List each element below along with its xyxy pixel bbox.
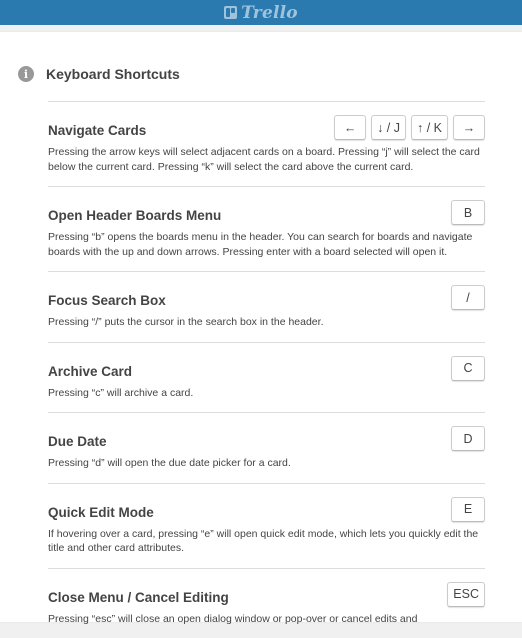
shortcut-header: Focus Search Box/ bbox=[48, 289, 485, 311]
shortcut-item: Quick Edit ModeEIf hovering over a card,… bbox=[48, 483, 485, 568]
shortcut-header: Archive CardC bbox=[48, 360, 485, 382]
key-cap: ← bbox=[334, 115, 366, 140]
key-cap: ↓ / J bbox=[371, 115, 406, 140]
key-cap: E bbox=[451, 497, 485, 522]
shortcut-title: Quick Edit Mode bbox=[48, 505, 154, 520]
shortcuts-panel: i Keyboard Shortcuts Navigate Cards←↓ / … bbox=[0, 32, 522, 622]
key-cap: / bbox=[451, 285, 485, 310]
shortcut-title: Focus Search Box bbox=[48, 293, 166, 308]
shortcut-description: Pressing “/” puts the cursor in the sear… bbox=[48, 315, 485, 330]
key-cap: C bbox=[451, 356, 485, 381]
key-cap: ESC bbox=[447, 582, 485, 607]
shortcut-description: Pressing “esc” will close an open dialog… bbox=[48, 612, 485, 627]
shortcut-item: Open Header Boards MenuBPressing “b” ope… bbox=[48, 186, 485, 271]
shortcut-header: Open Header Boards MenuB bbox=[48, 204, 485, 226]
shortcut-description: Pressing “d” will open the due date pick… bbox=[48, 456, 485, 471]
shortcut-title: Navigate Cards bbox=[48, 123, 146, 138]
shortcut-header: Navigate Cards←↓ / J↑ / K→ bbox=[48, 119, 485, 141]
shortcut-keys: B bbox=[451, 200, 485, 225]
shortcut-title: Due Date bbox=[48, 434, 107, 449]
shortcut-keys: ESC bbox=[447, 582, 485, 607]
shortcut-header: Quick Edit ModeE bbox=[48, 501, 485, 523]
trello-logo[interactable]: Trello bbox=[224, 3, 298, 23]
shortcut-keys: E bbox=[451, 497, 485, 522]
shortcut-list: Navigate Cards←↓ / J↑ / K→Pressing the a… bbox=[48, 101, 485, 638]
dialog-title: Keyboard Shortcuts bbox=[46, 66, 180, 82]
logo-text: Trello bbox=[241, 3, 298, 23]
shortcut-keys: C bbox=[451, 356, 485, 381]
key-cap: D bbox=[451, 426, 485, 451]
shortcut-item: Focus Search Box/Pressing “/” puts the c… bbox=[48, 271, 485, 342]
shortcut-keys: ←↓ / J↑ / K→ bbox=[334, 115, 485, 140]
shortcut-description: Pressing “c” will archive a card. bbox=[48, 386, 485, 401]
shortcut-title: Archive Card bbox=[48, 364, 132, 379]
key-cap: ↑ / K bbox=[411, 115, 448, 140]
shortcut-keys: / bbox=[451, 285, 485, 310]
shortcut-item: Archive CardCPressing “c” will archive a… bbox=[48, 342, 485, 413]
key-cap: B bbox=[451, 200, 485, 225]
shortcut-keys: D bbox=[451, 426, 485, 451]
shortcut-item: Due DateDPressing “d” will open the due … bbox=[48, 412, 485, 483]
shortcut-header: Close Menu / Cancel EditingESC bbox=[48, 586, 485, 608]
shortcut-title: Open Header Boards Menu bbox=[48, 208, 221, 223]
top-header-bar: Trello bbox=[0, 0, 522, 25]
shortcut-header: Due DateD bbox=[48, 430, 485, 452]
trello-board-icon bbox=[224, 6, 237, 19]
shortcut-title: Close Menu / Cancel Editing bbox=[48, 590, 229, 605]
shortcut-description: If hovering over a card, pressing “e” wi… bbox=[48, 527, 485, 556]
key-cap: → bbox=[453, 115, 485, 140]
shortcut-description: Pressing the arrow keys will select adja… bbox=[48, 145, 485, 174]
info-icon: i bbox=[18, 66, 34, 82]
shortcut-item: Close Menu / Cancel EditingESCPressing “… bbox=[48, 568, 485, 638]
shortcut-item: Navigate Cards←↓ / J↑ / K→Pressing the a… bbox=[48, 101, 485, 186]
shortcut-description: Pressing “b” opens the boards menu in th… bbox=[48, 230, 485, 259]
dialog-header: i Keyboard Shortcuts bbox=[18, 66, 180, 82]
